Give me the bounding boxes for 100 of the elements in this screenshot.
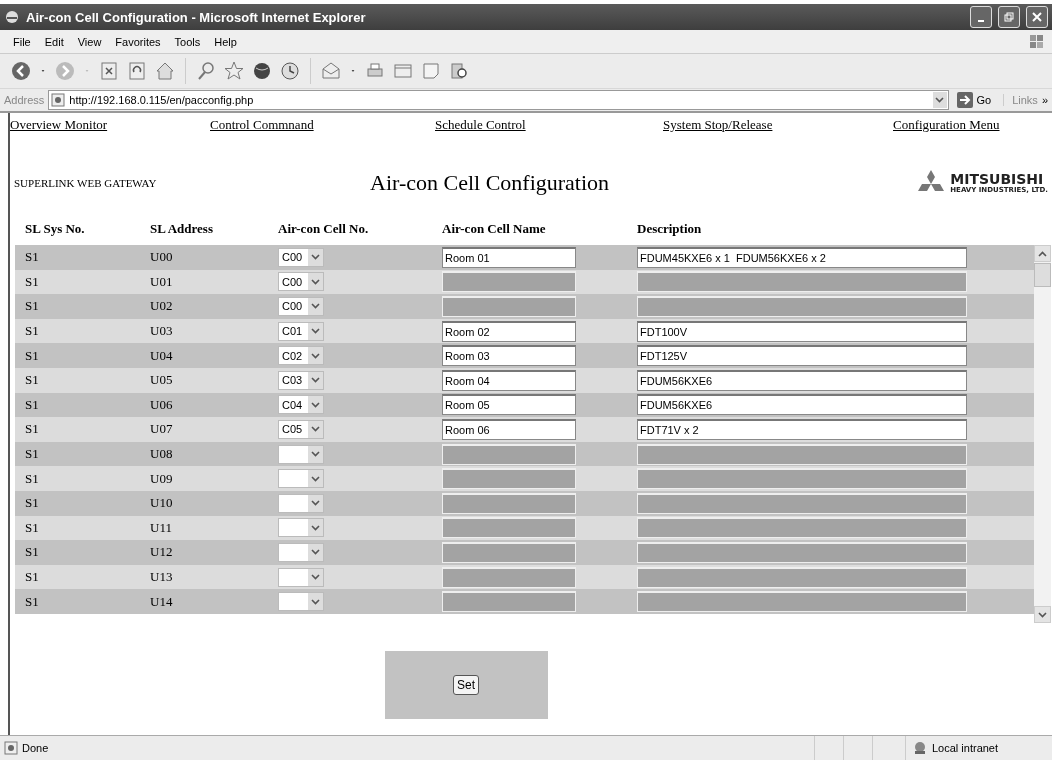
nav-link[interactable]: System Stop/Release bbox=[663, 117, 893, 133]
description-field[interactable]: FDUM56KXE6 bbox=[637, 369, 967, 391]
table-cell-text: U00 bbox=[150, 249, 174, 266]
nav-link[interactable]: Configuration Menu bbox=[893, 117, 1000, 133]
caret-icon bbox=[311, 401, 320, 408]
nav-link[interactable]: Schedule Control bbox=[435, 117, 663, 133]
cell-select[interactable]: C03 bbox=[278, 370, 324, 390]
caret-icon bbox=[311, 328, 320, 335]
nav-link[interactable]: Control Commnand bbox=[210, 117, 435, 133]
menu-item[interactable]: Tools bbox=[167, 35, 208, 48]
table-cell-text: U02 bbox=[150, 298, 174, 315]
table-cell-text: U01 bbox=[150, 273, 174, 290]
address-field[interactable]: http://192.168.0.115/en/pacconfig.php bbox=[48, 90, 949, 110]
description-field[interactable]: FDT71V x 2 bbox=[637, 418, 967, 440]
menu-item[interactable]: Favorites bbox=[108, 35, 168, 48]
caret-icon bbox=[311, 278, 320, 285]
caret-icon bbox=[311, 475, 320, 482]
page-icon bbox=[51, 93, 66, 107]
more-chevron[interactable]: » bbox=[1041, 94, 1048, 106]
star-icon[interactable] bbox=[223, 60, 245, 82]
table-cell-text: U12 bbox=[150, 544, 174, 561]
search-icon[interactable] bbox=[195, 60, 217, 82]
table-cell-text: U08 bbox=[150, 446, 174, 463]
name-field[interactable]: Room 06 bbox=[442, 418, 576, 440]
mail-icon[interactable] bbox=[320, 60, 342, 82]
cell-select[interactable] bbox=[278, 542, 324, 562]
table-cell-text: U07 bbox=[150, 421, 174, 438]
column-header: Air-con Cell Name bbox=[442, 221, 547, 237]
back-icon[interactable] bbox=[10, 60, 32, 82]
cell-select[interactable]: C01 bbox=[278, 321, 324, 341]
cell-select[interactable]: C05 bbox=[278, 419, 324, 439]
table-cell-text: U13 bbox=[150, 569, 174, 585]
minimize-button[interactable] bbox=[970, 6, 992, 28]
status-text: Done bbox=[22, 742, 50, 754]
table-cell-text: U05 bbox=[150, 372, 174, 389]
scrollbar-thumb[interactable] bbox=[1034, 263, 1051, 287]
menu-item[interactable]: View bbox=[70, 35, 109, 48]
name-field[interactable]: Room 02 bbox=[442, 320, 576, 342]
set-button[interactable]: Set bbox=[453, 675, 479, 695]
caret-icon bbox=[311, 451, 320, 458]
menu-item[interactable]: Help bbox=[207, 35, 244, 48]
window-title: Air-con Cell Configuration - Microsoft Internet Explorer bbox=[26, 9, 367, 25]
table-cell-text: S1 bbox=[24, 396, 40, 413]
name-field[interactable]: Room 05 bbox=[442, 394, 576, 416]
address-label: Address bbox=[4, 94, 45, 106]
close-button[interactable] bbox=[1026, 6, 1048, 28]
caret-icon bbox=[311, 549, 320, 556]
table-cell-text: U06 bbox=[150, 396, 174, 413]
browser-icon bbox=[4, 9, 20, 25]
caret-icon bbox=[935, 97, 944, 103]
caret-icon bbox=[311, 500, 320, 507]
caret-icon bbox=[311, 377, 320, 384]
go-button[interactable]: Go bbox=[952, 92, 1000, 108]
cell-select[interactable]: C00 bbox=[278, 247, 324, 267]
table-cell-text: S1 bbox=[24, 323, 40, 340]
name-field[interactable]: Room 04 bbox=[442, 369, 576, 391]
column-header: SL Address bbox=[150, 221, 214, 237]
table-cell-text: U09 bbox=[150, 470, 174, 487]
description-field[interactable]: FDT125V bbox=[637, 345, 967, 367]
menu-item[interactable]: Edit bbox=[37, 35, 71, 48]
dropdown-button[interactable] bbox=[932, 92, 947, 108]
stop-icon[interactable] bbox=[98, 60, 120, 82]
home-icon[interactable] bbox=[154, 60, 176, 82]
cell-select[interactable] bbox=[278, 493, 324, 513]
name-field[interactable]: Room 01 bbox=[442, 246, 576, 268]
restore-icon bbox=[1004, 12, 1014, 22]
caret-icon bbox=[311, 574, 320, 580]
cell-select[interactable] bbox=[278, 567, 324, 587]
scrollbar[interactable] bbox=[1034, 245, 1051, 623]
menu-item[interactable]: File bbox=[6, 35, 38, 48]
name-field[interactable]: Room 03 bbox=[442, 345, 576, 367]
page-icon bbox=[4, 741, 18, 755]
arrow-icon bbox=[956, 92, 973, 108]
cell-select[interactable] bbox=[278, 518, 324, 538]
note-icon[interactable] bbox=[420, 60, 442, 82]
cell-select[interactable]: C02 bbox=[278, 346, 324, 366]
table-cell-text: S1 bbox=[24, 544, 40, 561]
cell-select[interactable] bbox=[278, 444, 324, 464]
caret-icon bbox=[311, 254, 320, 261]
description-field[interactable]: FDT100V bbox=[637, 320, 967, 342]
table-cell-text: S1 bbox=[24, 347, 40, 364]
table-cell-text: S1 bbox=[24, 569, 40, 585]
globe-icon[interactable] bbox=[251, 60, 273, 82]
table-cell-text: U14 bbox=[150, 593, 174, 610]
table-cell-text: U11 bbox=[150, 519, 173, 536]
forward-icon[interactable] bbox=[54, 60, 76, 82]
table-cell-text: S1 bbox=[24, 273, 40, 290]
restore-button[interactable] bbox=[998, 6, 1020, 28]
cell-select[interactable] bbox=[278, 592, 324, 612]
table-cell-text: S1 bbox=[24, 470, 40, 487]
history-icon[interactable] bbox=[279, 60, 301, 82]
cell-select[interactable]: C04 bbox=[278, 395, 324, 415]
description-field[interactable]: FDUM45KXE6 x 1 FDUM56KXE6 x 2 bbox=[637, 246, 967, 268]
refresh-icon[interactable] bbox=[126, 60, 148, 82]
nav-link[interactable]: Overview Monitor bbox=[10, 117, 210, 133]
table-cell-text: U10 bbox=[150, 495, 174, 512]
caret-icon bbox=[311, 598, 320, 605]
description-field[interactable]: FDUM56KXE6 bbox=[637, 394, 967, 416]
table-cell-text: U04 bbox=[150, 347, 174, 364]
cell-select[interactable] bbox=[278, 469, 324, 489]
